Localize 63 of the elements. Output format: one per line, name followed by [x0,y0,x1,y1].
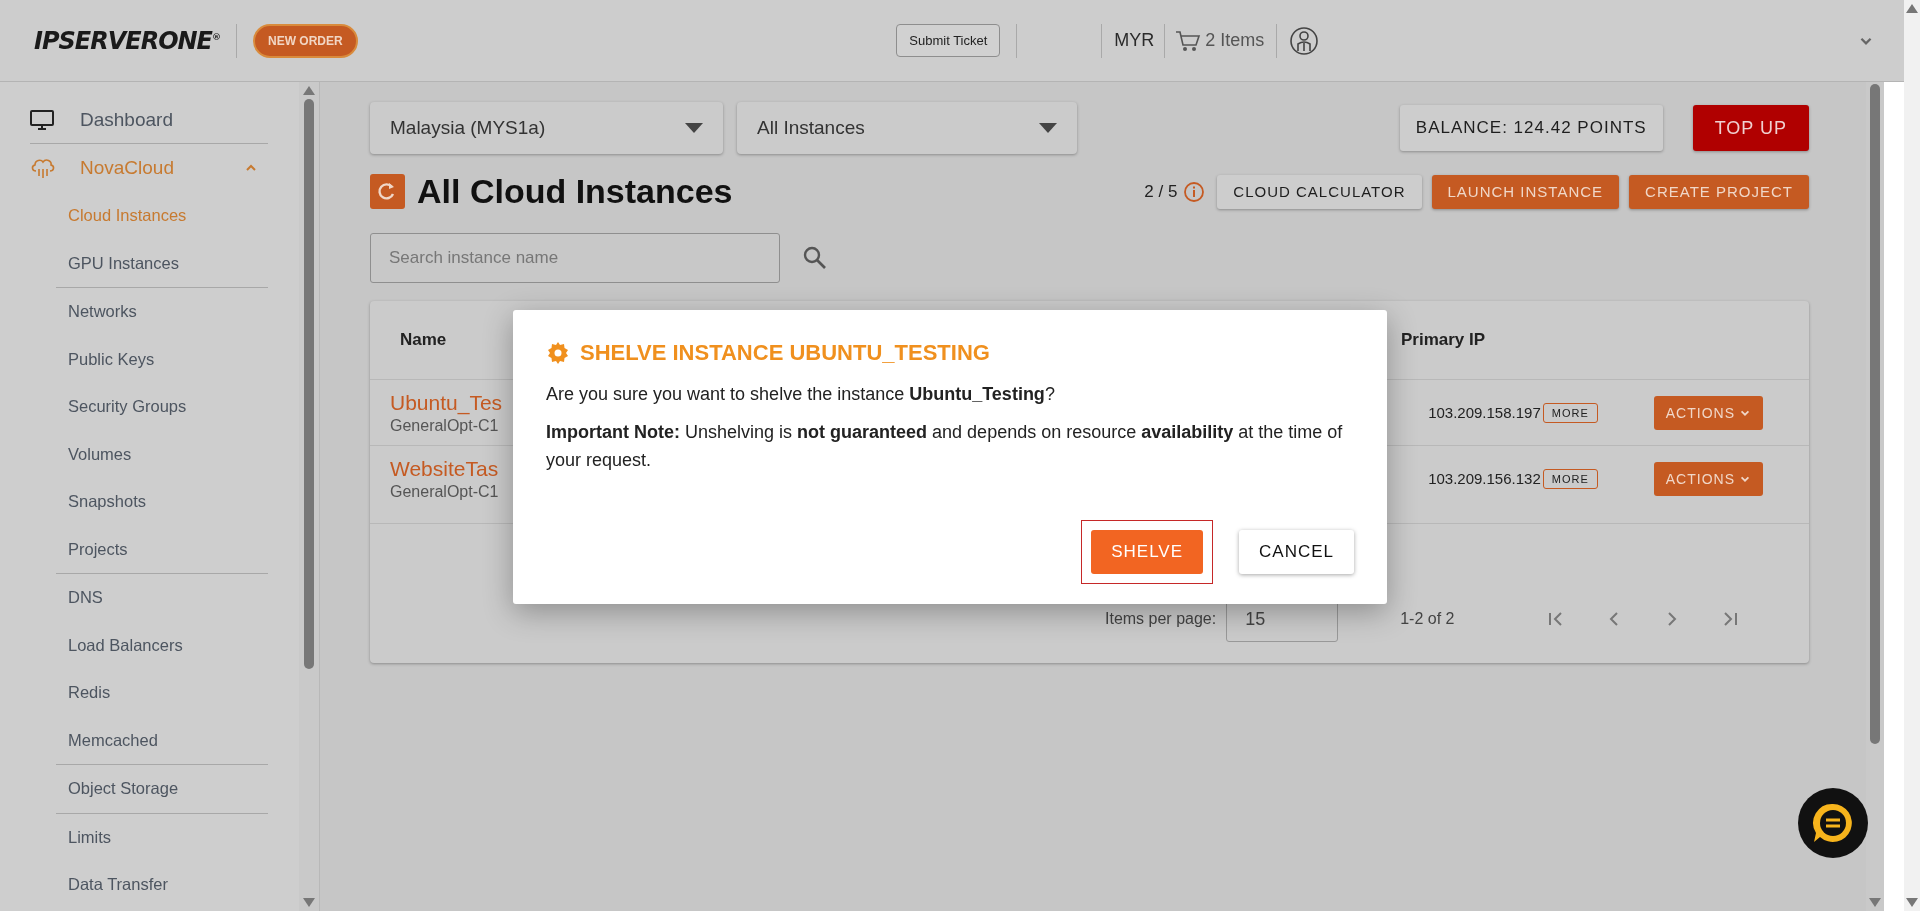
search-icon[interactable] [802,245,828,271]
dropdown-caret-icon [685,123,703,133]
cancel-button[interactable]: CANCEL [1239,530,1354,574]
ip-address: 103.209.158.197 [1428,404,1541,421]
dialog-question: Are you sure you want to shelve the instance Ubuntu_Testing? [546,383,1056,406]
region-select[interactable]: Malaysia (MYS1a) [370,102,723,154]
sidebar-subitem[interactable]: Volumes [56,430,268,478]
currency-label[interactable]: MYR [1114,30,1155,51]
cloud-icon [30,156,56,180]
sidebar-subitem[interactable]: Object Storage [56,765,268,813]
toolbar-button[interactable]: CLOUD CALCULATOR [1217,174,1422,209]
actions-button[interactable]: ACTIONS [1653,461,1763,496]
sidebar-subitem[interactable]: Security Groups [56,383,268,431]
logo[interactable]: IPSERVERONE$^{®}$ [34,26,220,55]
toolbar-button[interactable]: CREATE PROJECT [1629,174,1809,209]
instance-filter-select[interactable]: All Instances [737,102,1077,154]
dialog-note: Important Note: Unshelving is not guaranteed and depends on resource availability at the time of your request. [546,421,1344,472]
new-order-button[interactable]: NEW ORDER [253,23,358,58]
ip-address: 103.209.156.132 [1428,470,1541,487]
scroll-down-icon[interactable] [1869,898,1881,907]
shelve-button[interactable]: SHELVE [1091,530,1204,574]
scroll-up-icon[interactable] [303,86,315,95]
dialog-title: SHELVE INSTANCE UBUNTU_TESTING [580,340,990,366]
sidebar-subitem[interactable]: GPU Instances [56,239,268,287]
sidebar-subitem[interactable]: Projects [56,525,268,573]
gear-icon [546,341,570,365]
sidebar-subitem[interactable]: Snapshots [56,478,268,526]
monitor-icon [30,108,54,131]
toolbar-button[interactable]: LAUNCH INSTANCE [1431,174,1620,209]
page-range: 1-2 of 2 [1400,610,1455,628]
cart-icon [1175,28,1202,53]
items-per-page-label: Items per page: [1105,610,1217,628]
submit-ticket-button[interactable]: Submit Ticket [896,24,1001,57]
column-header: Name [400,330,447,350]
sidebar-item[interactable]: Dashboard [30,96,268,144]
scroll-down-icon[interactable] [303,898,315,907]
instance-quota: 2 / 5 [1144,181,1178,202]
browser-scrollbar[interactable] [1904,0,1920,911]
scroll-down-icon[interactable] [1906,898,1918,907]
sidebar-subitem[interactable]: Load Balancers [56,621,268,669]
sidebar-subitem[interactable]: Redis [56,669,268,717]
balance-button[interactable]: BALANCE: 124.42 POINTS [1399,105,1663,151]
refresh-icon[interactable] [370,174,405,209]
column-header: Primary IP [1401,330,1486,349]
sidebar-subitem[interactable]: Data Transfer [56,861,268,909]
scroll-up-icon[interactable] [1906,4,1918,13]
sidebar-subitem[interactable]: DNS [56,574,268,622]
sidebar-scrollbar[interactable] [299,82,319,911]
info-icon[interactable] [1183,180,1206,203]
instance-flavor: GeneralOpt-C1 [390,482,500,501]
page-title: All Cloud Instances [417,172,733,211]
cart-link[interactable]: 2 Items [1175,28,1265,53]
more-button[interactable]: MORE [1542,468,1598,489]
dropdown-caret-icon [1039,123,1057,133]
sidebar-subitem[interactable]: Memcached [56,716,268,764]
search-field[interactable]: Search instance name [370,233,780,283]
sidebar-subitem[interactable]: Networks [56,288,268,336]
user-icon[interactable] [1289,25,1320,56]
sidebar-subitem[interactable]: Public Keys [56,335,268,383]
top-up-button[interactable]: TOP UP [1692,105,1809,151]
sidebar-subitem[interactable]: Limits [56,813,268,861]
actions-button[interactable]: ACTIONS [1653,395,1763,430]
more-button[interactable]: MORE [1542,402,1598,423]
